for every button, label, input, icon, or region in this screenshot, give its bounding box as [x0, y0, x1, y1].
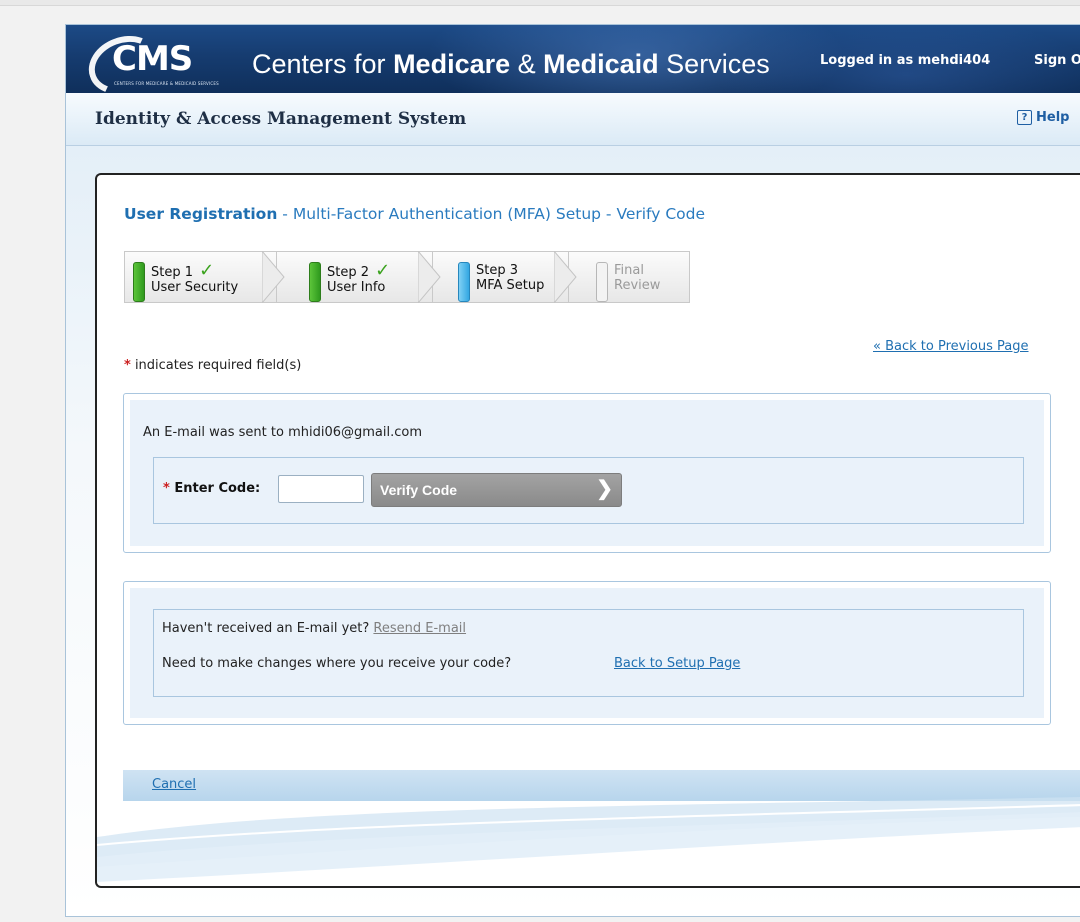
help-label: Help — [1036, 110, 1070, 125]
page-frame: CMS CENTERS FOR MEDICARE & MEDICAID SERV… — [65, 24, 1080, 917]
cms-banner: CMS CENTERS FOR MEDICARE & MEDICAID SERV… — [66, 25, 1080, 93]
resend-section: Haven't received an E-mail yet? Resend E… — [123, 581, 1051, 725]
agency-title-medicaid: Medicaid — [543, 49, 659, 79]
code-input[interactable] — [278, 475, 364, 503]
logged-in-user: Logged in as mehdi404 — [820, 53, 991, 68]
enter-code-label-text: Enter Code: — [169, 481, 261, 496]
step-1-text: Step 1 ✓ User Security — [151, 260, 239, 296]
enter-code-row: * Enter Code: Verify Code ❯ — [153, 457, 1024, 524]
page-title-rest: - Multi-Factor Authentication (MFA) Setu… — [277, 205, 706, 223]
step-final-text: Final Review — [614, 263, 660, 293]
help-icon: ? — [1017, 110, 1032, 125]
required-star: * — [163, 481, 170, 496]
step-2: Step 2 ✓ User Info — [276, 251, 434, 303]
checkmark-icon: ✓ — [375, 260, 391, 281]
step-1-label: User Security — [151, 280, 239, 295]
change-method-prompt: Need to make changes where you receive y… — [162, 656, 512, 671]
step-3-label: MFA Setup — [476, 278, 545, 293]
step-final-line1: Final — [614, 263, 644, 278]
registration-panel: User Registration - Multi-Factor Authent… — [95, 173, 1080, 888]
required-star: * — [124, 358, 131, 373]
agency-title-medicare: Medicare — [393, 49, 511, 79]
system-title-bar: Identity & Access Management System ? Hel… — [66, 93, 1080, 146]
step-separator-arrow-icon — [554, 251, 577, 303]
step-separator-arrow-icon — [262, 251, 285, 303]
step-1-status-bar — [133, 262, 145, 302]
back-to-previous-page-link[interactable]: « Back to Previous Page — [873, 339, 1029, 354]
required-note-text: indicates required field(s) — [130, 358, 302, 373]
page-title-strong: User Registration — [124, 205, 278, 223]
step-2-number: Step 2 — [327, 265, 370, 280]
resend-email-link[interactable]: Resend E-mail — [373, 621, 466, 636]
cms-logo: CMS CENTERS FOR MEDICARE & MEDICAID SERV… — [80, 26, 238, 93]
step-2-label: User Info — [327, 280, 386, 295]
agency-title: Centers for Medicare & Medicaid Services — [252, 49, 770, 80]
agency-title-and: & — [510, 49, 544, 79]
step-3: Step 3 MFA Setup — [432, 251, 570, 303]
agency-title-suffix: Services — [658, 49, 770, 79]
required-fields-note: * indicates required field(s) — [124, 358, 301, 373]
step-3-status-bar — [458, 262, 470, 302]
decorative-swoosh — [97, 797, 1080, 882]
sign-out-link[interactable]: Sign Out — [1034, 53, 1080, 68]
back-to-setup-page-link[interactable]: Back to Setup Page — [614, 656, 740, 671]
system-title: Identity & Access Management System — [95, 109, 467, 129]
page-title: User Registration - Multi-Factor Authent… — [124, 205, 705, 223]
step-separator-arrow-icon — [418, 251, 441, 303]
step-1: Step 1 ✓ User Security — [124, 251, 278, 303]
chevron-right-icon: ❯ — [596, 478, 613, 500]
cms-logo-letters: CMS — [112, 39, 193, 79]
verify-code-inner: An E-mail was sent to mhidi06@gmail.com … — [130, 400, 1044, 546]
step-final: Final Review — [568, 251, 690, 303]
resend-box: Haven't received an E-mail yet? Resend E… — [153, 609, 1024, 697]
step-2-text: Step 2 ✓ User Info — [327, 260, 391, 296]
browser-top-strip — [0, 0, 1080, 6]
step-3-text: Step 3 MFA Setup — [476, 263, 544, 293]
resend-prompt: Haven't received an E-mail yet? Resend E… — [162, 621, 466, 636]
email-sent-notice: An E-mail was sent to mhidi06@gmail.com — [143, 425, 423, 440]
resend-prompt-text: Haven't received an E-mail yet? — [162, 621, 374, 636]
cms-logo-subtext: CENTERS FOR MEDICARE & MEDICAID SERVICES — [114, 81, 219, 86]
verify-code-section: An E-mail was sent to mhidi06@gmail.com … — [123, 393, 1051, 553]
agency-title-prefix: Centers for — [252, 49, 394, 79]
resend-inner: Haven't received an E-mail yet? Resend E… — [130, 588, 1044, 718]
step-final-line2: Review — [614, 278, 661, 293]
step-2-status-bar — [309, 262, 321, 302]
enter-code-label: * Enter Code: — [163, 481, 260, 496]
step-3-number: Step 3 — [476, 263, 519, 278]
verify-code-button-label: Verify Code — [380, 482, 458, 498]
verify-code-button[interactable]: Verify Code ❯ — [371, 473, 622, 507]
step-1-number: Step 1 — [151, 265, 194, 280]
step-final-status-bar — [596, 262, 608, 302]
checkmark-icon: ✓ — [199, 260, 215, 281]
progress-steps: Step 1 ✓ User Security Step 2 ✓ User Info … — [124, 251, 690, 303]
help-link[interactable]: ? Help — [1017, 110, 1069, 125]
